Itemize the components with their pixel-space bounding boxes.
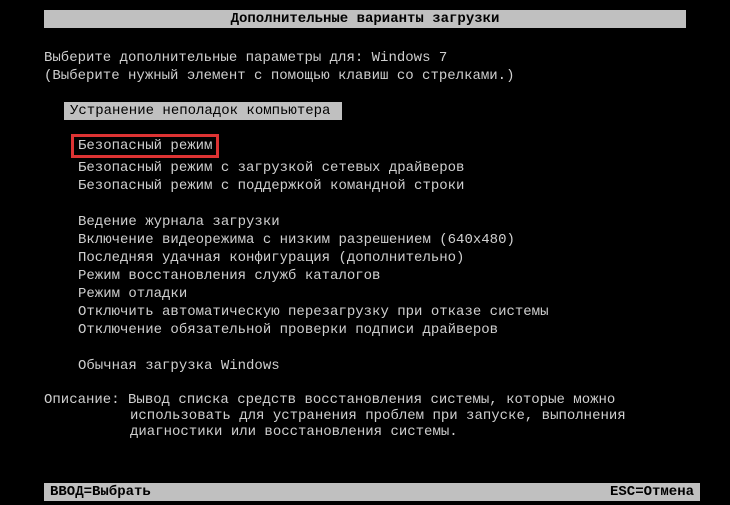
footer-bar: ВВОД=Выбрать ESC=Отмена xyxy=(44,483,700,501)
description-label: Описание: xyxy=(44,392,128,408)
instruction-line-2: (Выберите нужный элемент с помощью клави… xyxy=(44,68,686,84)
menu-item-normal-boot[interactable]: Обычная загрузка Windows xyxy=(78,358,686,374)
footer-esc-hint: ESC=Отмена xyxy=(610,484,694,500)
menu-item-safe-mode[interactable]: Безопасный режим xyxy=(71,134,219,158)
menu-item-boot-logging[interactable]: Ведение журнала загрузки xyxy=(78,214,686,230)
menu-item-disable-driver-sig[interactable]: Отключение обязательной проверки подписи… xyxy=(78,322,686,338)
title-bar: Дополнительные варианты загрузки xyxy=(44,10,686,28)
instruction-prefix: Выберите дополнительные параметры для: xyxy=(44,50,372,66)
instruction-line-1: Выберите дополнительные параметры для: W… xyxy=(44,50,686,66)
menu-item-ds-restore[interactable]: Режим восстановления служб каталогов xyxy=(78,268,686,284)
description-line-3: диагностики или восстановления системы. xyxy=(130,424,686,440)
menu-item-safe-mode-cmd[interactable]: Безопасный режим с поддержкой командной … xyxy=(78,178,686,194)
os-name: Windows 7 xyxy=(372,50,448,66)
description-block: Описание: Вывод списка средств восстанов… xyxy=(44,392,686,440)
description-line-1: Вывод списка средств восстановления сист… xyxy=(128,392,615,408)
menu-item-low-res-video[interactable]: Включение видеорежима с низким разрешени… xyxy=(78,232,686,248)
boot-options-list: Безопасный режим Безопасный режим с загр… xyxy=(78,134,686,374)
instruction-block: Выберите дополнительные параметры для: W… xyxy=(44,50,686,84)
footer-enter-hint: ВВОД=Выбрать xyxy=(50,484,151,500)
selected-option-repair[interactable]: Устранение неполадок компьютера xyxy=(64,102,342,120)
menu-item-debug-mode[interactable]: Режим отладки xyxy=(78,286,686,302)
menu-item-safe-mode-network[interactable]: Безопасный режим с загрузкой сетевых дра… xyxy=(78,160,686,176)
menu-item-disable-auto-restart[interactable]: Отключить автоматическую перезагрузку пр… xyxy=(78,304,686,320)
description-line-2: использовать для устранения проблем при … xyxy=(130,408,686,424)
menu-item-last-known-good[interactable]: Последняя удачная конфигурация (дополнит… xyxy=(78,250,686,266)
